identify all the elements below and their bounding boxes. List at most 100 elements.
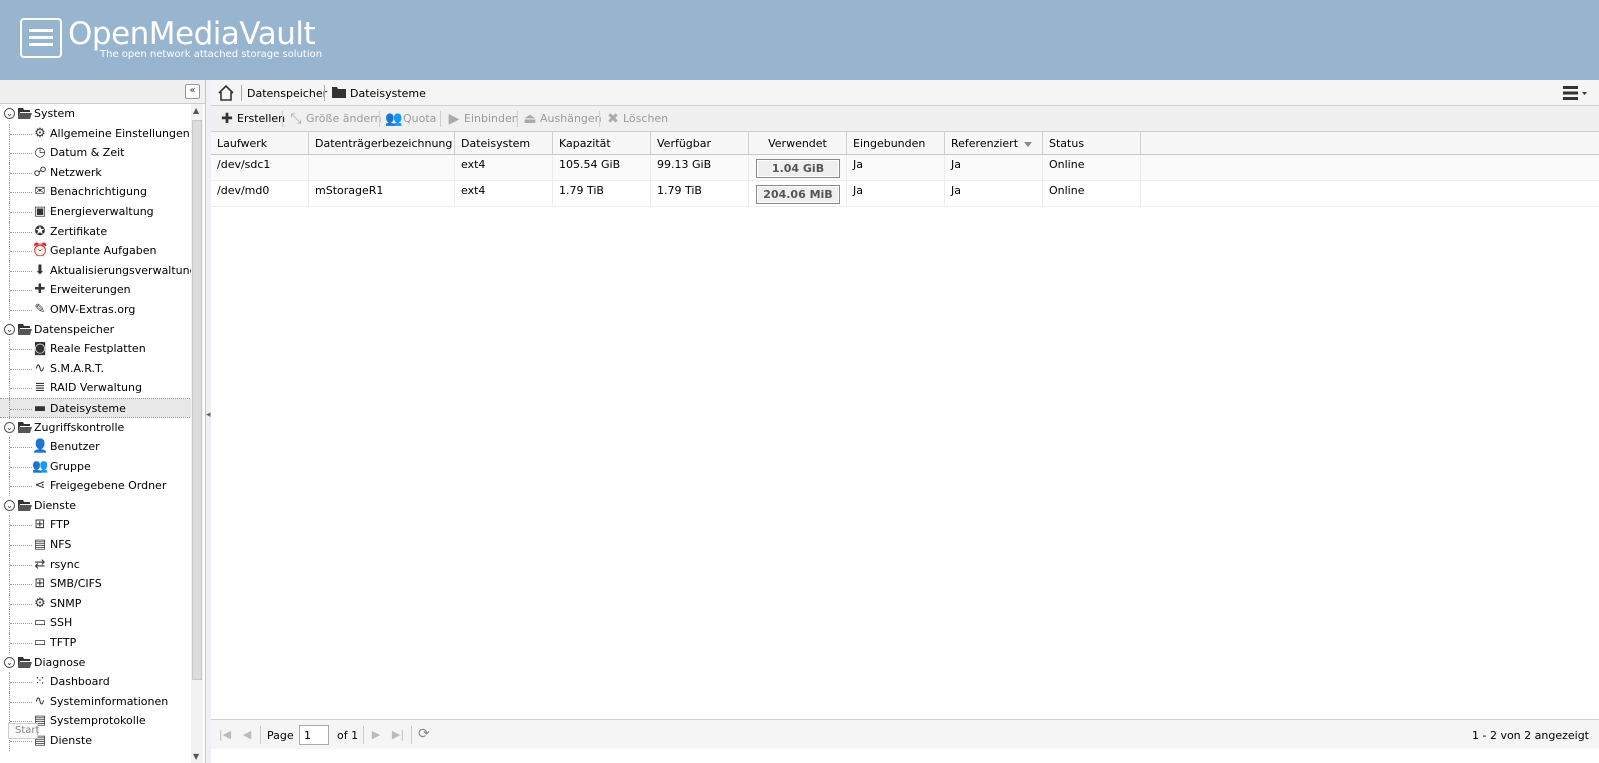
sidebar-item-user[interactable]: 👤 Benutzer: [0, 437, 194, 458]
sidebar-item-ftp[interactable]: ⊞ FTP: [0, 515, 194, 536]
home-icon[interactable]: [217, 84, 235, 102]
sidebar-item-tftp[interactable]: ▭ TFTP: [0, 633, 194, 654]
column-header-label: Referenziert: [951, 137, 1019, 150]
breadcrumb-datenspeicher[interactable]: Datenspeicher: [247, 87, 327, 100]
expand-toggle-icon[interactable]: ⌄: [4, 499, 15, 511]
column-header-capacity[interactable]: Kapazität: [553, 132, 651, 155]
scroll-up-icon[interactable]: ▲: [193, 106, 199, 115]
group-icon: 👥: [32, 458, 49, 474]
breadcrumb-dateisysteme[interactable]: Dateisysteme: [350, 87, 426, 100]
tree-item-label: Systeminformationen: [50, 694, 169, 708]
column-header-label: Kapazität: [559, 137, 611, 150]
scrollbar-thumb[interactable]: [192, 120, 202, 680]
tree-item-label: SSH: [50, 616, 73, 630]
create-button[interactable]: ✚ Erstellen: [217, 109, 285, 129]
sidebar-item-ssh[interactable]: ▭ SSH: [0, 613, 194, 634]
sidebar-item-dashboard[interactable]: ⁙ Dashboard: [0, 672, 194, 693]
tree-category-access-control[interactable]: ⌄ Zugriffskontrolle: [0, 418, 194, 438]
sidebar-item-general-settings[interactable]: ⚙ Allgemeine Einstellungen: [0, 123, 194, 144]
tree-category-services[interactable]: ⌄ Dienste: [0, 496, 194, 516]
tree-item-label: System: [34, 107, 76, 120]
sidebar-item-notification[interactable]: ✉ Benachrichtigung: [0, 182, 194, 203]
tree-item-label: Geplante Aufgaben: [50, 244, 157, 258]
tftp-icon: ▭: [33, 635, 47, 651]
paging-toolbar: |◀ ◀ Page of 1 ▶ ▶| ⟳ 1 - 2 von 2 angeze…: [211, 719, 1599, 749]
column-header-mounted[interactable]: Eingebunden: [847, 132, 945, 155]
last-page-icon[interactable]: ▶|: [390, 727, 406, 743]
scroll-down-icon[interactable]: ▼: [193, 752, 199, 761]
sidebar-scrollbar[interactable]: ▲ ▼: [191, 104, 203, 763]
sidebar-item-shared-folders[interactable]: ⋖ Freigegebene Ordner: [0, 476, 194, 497]
power-management-icon: ▣: [33, 203, 47, 219]
resize-button[interactable]: ⤡ Größe ändern: [286, 109, 381, 129]
cell-device: /dev/md0: [211, 181, 309, 207]
mount-button[interactable]: ▶ Einbinden: [444, 109, 519, 129]
table-row[interactable]: /dev/sdc1 ext4 105.54 GiB 99.13 GiB 1.04 GiB…: [211, 155, 1599, 181]
quota-button[interactable]: 👥 Quota: [383, 109, 436, 129]
update-management-icon: ⬇: [34, 262, 46, 278]
sidebar-item-plugins[interactable]: ✚ Erweiterungen: [0, 280, 194, 301]
start-button[interactable]: Start: [8, 723, 39, 739]
sidebar-item-power-management[interactable]: ▣ Energieverwaltung: [0, 201, 194, 222]
sidebar-item-physical-disks[interactable]: ◙ Reale Festplatten: [0, 339, 194, 360]
hamburger-menu-icon[interactable]: [1561, 85, 1589, 101]
cell-available: 1.79 TiB: [651, 181, 749, 207]
cell-label: mStorageR1: [309, 181, 455, 207]
tree-item-label: Systemprotokolle: [50, 714, 146, 728]
sidebar-item-network[interactable]: ☍ Netzwerk: [0, 162, 194, 183]
sidebar-item-scheduled-jobs[interactable]: ⏰ Geplante Aufgaben: [0, 241, 194, 262]
column-header-status[interactable]: Status: [1043, 132, 1141, 155]
unmount-button[interactable]: ⏏ Aushängen: [520, 109, 601, 129]
cell-available: 99.13 GiB: [651, 155, 749, 181]
sidebar-item-filesystems[interactable]: ▬ Dateisysteme: [0, 397, 194, 419]
column-header-used[interactable]: Verwendet: [749, 132, 847, 155]
column-header-available[interactable]: Verfügbar: [651, 132, 749, 155]
tree-item-label: Datum & Zeit: [50, 146, 125, 160]
cell-fs: ext4: [455, 155, 553, 181]
sidebar-item-certificates[interactable]: ✪ Zertifikate: [0, 221, 194, 242]
snmp-icon: ⚙: [34, 595, 46, 611]
sidebar-item-nfs[interactable]: ▤ NFS: [0, 535, 194, 556]
cell-referenced: Ja: [945, 155, 1043, 181]
column-header-device[interactable]: Laufwerk: [211, 132, 309, 155]
expand-toggle-icon[interactable]: ⌄: [4, 656, 15, 668]
sidebar-item-smart[interactable]: ∿ S.M.A.R.T.: [0, 358, 194, 379]
tree-category-diagnostics[interactable]: ⌄ Diagnose: [0, 653, 194, 673]
sidebar-item-smb-cifs[interactable]: ⊞ SMB/CIFS: [0, 574, 194, 595]
collapse-sidebar-button[interactable]: «: [185, 84, 200, 99]
delete-button[interactable]: ✖ Löschen: [603, 109, 668, 129]
next-page-icon[interactable]: ▶: [368, 727, 384, 743]
sidebar-item-date-time[interactable]: ◷ Datum & Zeit: [0, 143, 194, 164]
delete-x-icon: ✖: [607, 111, 619, 127]
cell-device: /dev/sdc1: [211, 155, 309, 181]
sidebar-item-omv-extras[interactable]: ✎ OMV-Extras.org: [0, 299, 194, 320]
sidebar-item-update-management[interactable]: ⬇ Aktualisierungsverwaltung: [0, 260, 194, 281]
tree-item-label: TFTP: [50, 636, 77, 650]
sidebar-item-system-information[interactable]: ∿ Systeminformationen: [0, 691, 194, 712]
column-header-label: Verwendet: [768, 137, 827, 150]
table-row[interactable]: /dev/md0 mStorageR1 ext4 1.79 TiB 1.79 TiB 20…: [211, 181, 1599, 207]
column-header-label[interactable]: Datenträgerbezeichnung: [309, 132, 455, 155]
tree-category-storage[interactable]: ⌄ Datenspeicher: [0, 320, 194, 340]
column-header-fs[interactable]: Dateisystem: [455, 132, 553, 155]
expand-toggle-icon[interactable]: ⌄: [4, 108, 15, 119]
sidebar-item-raid-management[interactable]: ≣ RAID Verwaltung: [0, 378, 194, 399]
previous-page-icon[interactable]: ◀: [239, 727, 255, 743]
expand-toggle-icon[interactable]: ⌄: [4, 421, 15, 433]
refresh-icon[interactable]: ⟳: [418, 726, 434, 742]
first-page-icon[interactable]: |◀: [217, 727, 233, 743]
sidebar-item-rsync[interactable]: ⇄ rsync: [0, 554, 194, 575]
tree-category-system[interactable]: ⌄ System: [0, 104, 194, 124]
sidebar-item-group[interactable]: 👥 Gruppe: [0, 456, 194, 477]
main-panel: Datenspeicher Dateisysteme ✚ Erstellen ⤡…: [211, 80, 1599, 763]
tree-item-label: Dateisysteme: [50, 401, 126, 415]
column-header-referenced[interactable]: Referenziert: [945, 132, 1043, 155]
app-title: OpenMediaVault: [68, 16, 316, 52]
cell-used: 1.04 GiB: [749, 155, 847, 181]
page-number-input[interactable]: [299, 725, 329, 745]
tree-item-label: Zugriffskontrolle: [34, 420, 125, 434]
tree-item-label: SMB/CIFS: [50, 577, 102, 591]
sidebar-item-snmp[interactable]: ⚙ SNMP: [0, 593, 194, 614]
expand-toggle-icon[interactable]: ⌄: [4, 323, 15, 335]
nfs-icon: ▤: [33, 537, 47, 553]
